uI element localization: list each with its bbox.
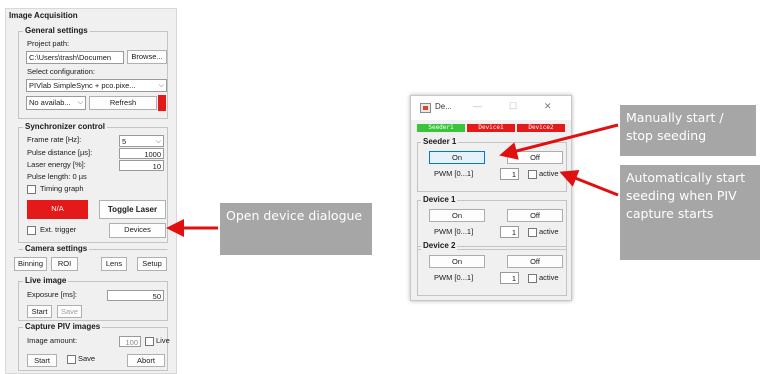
timing-graph-label: Timing graph [40,184,84,193]
port-select[interactable]: No availab... ⌵ [26,96,86,110]
live-save-button[interactable]: Save [57,305,82,318]
abort-button[interactable]: Abort [127,354,165,367]
device2-on-button[interactable]: On [429,255,485,268]
connection-status-indicator [158,95,166,111]
close-button[interactable]: ✕ [544,101,552,112]
device2-active-label: active [539,273,559,282]
capture-start-button[interactable]: Start [27,354,57,367]
configuration-select[interactable]: PIVlab SimpleSync + pco.pixe... ⌵ [26,79,167,92]
browse-button[interactable]: Browse... [127,50,167,64]
device2-status: Device2 [517,124,565,132]
synchronizer-status-button[interactable]: N/A [27,200,88,219]
device2-pwm-label: PWM [0...1] [434,273,474,282]
setup-button[interactable]: Setup [137,257,167,271]
seeder1-off-button[interactable]: Off [507,151,563,164]
panel-title: Image Acquisition [9,11,78,20]
exposure-field[interactable]: 50 [107,290,164,301]
device1-pwm-label: PWM [0...1] [434,227,474,236]
seeder1-pwm-field[interactable]: 1 [500,168,519,180]
frame-rate-select[interactable]: 5 ⌵ [119,135,164,147]
dialog-title: De... [435,102,452,111]
live-checkbox[interactable] [145,337,154,346]
frame-rate-value: 5 [122,137,127,146]
device2-active-checkbox[interactable] [528,274,537,283]
ext-trigger-label: Ext. trigger [40,225,77,234]
live-image-title: Live image [23,276,69,286]
image-amount-label: Image amount: [27,336,78,345]
seeder1-title: Seeder 1 [421,137,459,147]
camera-settings-group: Camera settings Binning ROI Lens Setup [14,244,168,271]
device1-title: Device 1 [421,195,458,205]
live-image-group: Live image Exposure [ms]: 50 Start Save [18,276,168,321]
device-dialog: De... — ☐ ✕ Seeder1 Device1 Device2 Seed… [410,95,572,301]
capture-piv-title: Capture PIV images [23,322,103,332]
exposure-label: Exposure [ms]: [27,290,78,299]
timing-graph-checkbox[interactable] [27,185,36,194]
frame-rate-label: Frame rate [Hz]: [27,135,82,144]
device2-group: Device 2 On Off PWM [0...1] 1 active [417,241,567,296]
live-start-button[interactable]: Start [27,305,52,318]
configuration-value: PIVlab SimpleSync + pco.pixe... [29,81,136,90]
pulse-length-label: Pulse length: 0 µs [27,172,87,181]
seeder1-active-checkbox[interactable] [528,170,537,179]
device1-on-button[interactable]: On [429,209,485,222]
device1-off-button[interactable]: Off [507,209,563,222]
image-amount-field[interactable]: 100 [119,336,141,347]
image-acquisition-panel: Image Acquisition General settings Proje… [5,8,177,374]
laser-energy-label: Laser energy [%]: [27,160,86,169]
capture-piv-group: Capture PIV images Image amount: 100 Liv… [18,322,170,371]
seeder1-on-button[interactable]: On [429,151,485,164]
maximize-button[interactable]: ☐ [509,101,517,112]
project-path-field[interactable]: C:\Users\trash\Documen [26,51,124,64]
seeder1-status: Seeder1 [417,124,465,132]
laser-energy-field[interactable]: 10 [119,160,164,171]
live-checkbox-label: Live [156,336,170,345]
device1-active-checkbox[interactable] [528,228,537,237]
open-device-callout: Open device dialogue [220,203,372,255]
device1-status: Device1 [467,124,515,132]
chevron-down-icon: ⌵ [158,82,164,89]
device2-pwm-field[interactable]: 1 [500,272,519,284]
port-value: No availab... [29,98,71,107]
dialog-title-bar[interactable]: De... — ☐ ✕ [411,96,571,120]
general-settings-group: General settings Project path: C:\Users\… [18,26,168,119]
refresh-button[interactable]: Refresh [89,96,157,110]
general-settings-title: General settings [23,26,90,36]
binning-button[interactable]: Binning [14,257,47,271]
device2-off-button[interactable]: Off [507,255,563,268]
devices-button[interactable]: Devices [109,223,166,238]
seeder1-pwm-label: PWM [0...1] [434,169,474,178]
device1-active-label: active [539,227,559,236]
lens-button[interactable]: Lens [101,257,127,271]
seeder1-group: Seeder 1 On Off PWM [0...1] 1 active [417,137,567,192]
pulse-distance-label: Pulse distance [µs]: [27,148,93,157]
chevron-down-icon: ⌵ [155,138,161,145]
chevron-down-icon: ⌵ [77,99,83,106]
arrow-to-active-checkbox [559,170,619,197]
roi-button[interactable]: ROI [51,257,78,271]
device1-pwm-field[interactable]: 1 [500,226,519,238]
minimize-button[interactable]: — [473,101,482,111]
toggle-laser-button[interactable]: Toggle Laser [99,200,166,219]
capture-save-label: Save [78,354,96,363]
synchronizer-control-group: Synchronizer control Frame rate [Hz]: 5 … [18,122,168,243]
camera-settings-title: Camera settings [23,244,90,254]
app-icon [420,103,431,113]
manual-seeding-callout: Manually start / stop seeding [620,105,756,156]
capture-save-checkbox[interactable] [67,355,76,364]
select-configuration-label: Select configuration: [27,67,95,76]
device2-title: Device 2 [421,241,458,251]
seeder1-active-label: active [539,169,559,178]
pulse-distance-field[interactable]: 1000 [119,148,164,159]
project-path-label: Project path: [27,39,70,48]
synchronizer-control-title: Synchronizer control [23,122,108,132]
auto-seeding-callout: Automatically start seeding when PIV cap… [620,165,760,260]
ext-trigger-checkbox[interactable] [27,226,36,235]
